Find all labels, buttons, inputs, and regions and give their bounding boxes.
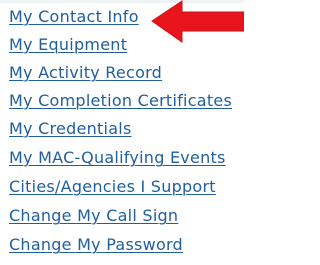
nav-item-completion-certificates: My Completion Certificates xyxy=(9,90,232,112)
arrow-left-shape xyxy=(151,0,244,43)
nav-link-equipment[interactable]: My Equipment xyxy=(9,35,127,54)
nav-item-change-password: Change My Password xyxy=(9,234,183,256)
nav-item-mac-qualifying-events: My MAC-Qualifying Events xyxy=(9,147,226,169)
nav-item-activity-record: My Activity Record xyxy=(9,62,162,84)
nav-link-change-password[interactable]: Change My Password xyxy=(9,235,183,254)
nav-item-contact-info: My Contact Info xyxy=(9,6,139,28)
nav-link-completion-certificates[interactable]: My Completion Certificates xyxy=(9,91,232,110)
nav-link-credentials[interactable]: My Credentials xyxy=(9,119,132,138)
nav-item-cities-agencies: Cities/Agencies I Support xyxy=(9,176,216,198)
nav-item-credentials: My Credentials xyxy=(9,118,132,140)
nav-link-cities-agencies[interactable]: Cities/Agencies I Support xyxy=(9,177,216,196)
nav-item-change-call-sign: Change My Call Sign xyxy=(9,205,178,227)
arrow-left-icon xyxy=(151,0,244,43)
nav-item-equipment: My Equipment xyxy=(9,34,127,56)
nav-link-mac-qualifying-events[interactable]: My MAC-Qualifying Events xyxy=(9,148,226,167)
nav-link-contact-info[interactable]: My Contact Info xyxy=(9,7,139,26)
nav-link-change-call-sign[interactable]: Change My Call Sign xyxy=(9,206,178,225)
nav-link-activity-record[interactable]: My Activity Record xyxy=(9,63,162,82)
